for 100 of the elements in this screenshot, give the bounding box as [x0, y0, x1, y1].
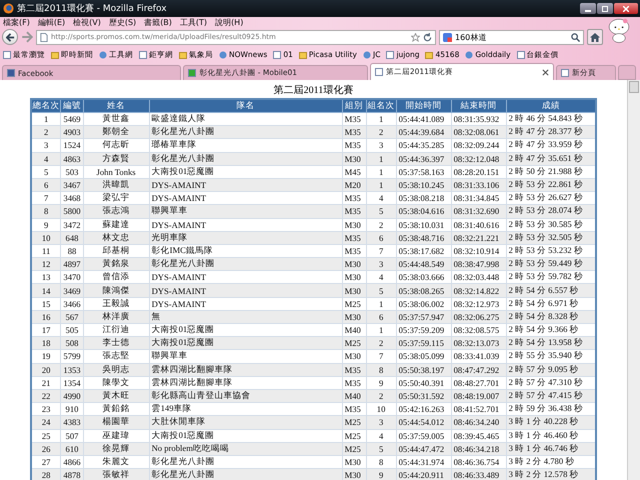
home-button[interactable] — [587, 29, 603, 45]
close-button[interactable] — [614, 3, 638, 14]
group-cell: M35 — [342, 376, 366, 390]
end-time-cell: 08:32:21.221 — [451, 231, 506, 244]
end-time-cell: 08:48:19.007 — [451, 389, 506, 403]
home-icon — [590, 32, 600, 42]
rank-cell: 28 — [30, 468, 61, 480]
bookmark-icon — [298, 50, 307, 58]
rank-cell: 5 — [30, 165, 61, 178]
result-cell: 2 時 53 分 22.861 秒 — [506, 178, 596, 192]
close-icon — [623, 6, 629, 12]
menu-item[interactable]: 編輯(E) — [38, 17, 66, 28]
menu-item[interactable]: 說明(H) — [215, 17, 244, 28]
end-time-cell: 08:46:34.218 — [451, 442, 506, 456]
end-time-cell: 08:47:47.292 — [451, 363, 506, 376]
name-cell: 張志鴻 — [83, 204, 150, 218]
menu-item[interactable]: 工具(T) — [180, 17, 208, 28]
maximize-button[interactable] — [597, 3, 613, 14]
browser-logo-icon — [3, 3, 14, 14]
name-cell: 徐晃輝 — [83, 442, 150, 456]
rank-cell: 24 — [30, 416, 61, 429]
reload-icon[interactable] — [423, 32, 432, 42]
rank-cell: 26 — [30, 442, 61, 456]
menu-item[interactable]: 歷史(S) — [108, 17, 136, 28]
name-cell: 張敏祥 — [83, 468, 150, 480]
number-cell: 3472 — [60, 218, 84, 232]
name-cell: 吳明志 — [83, 363, 150, 376]
end-time-cell: 08:31:40.616 — [451, 218, 506, 232]
result-cell: 2 時 54 分 13.958 秒 — [506, 336, 596, 350]
team-cell: 大肚休閒車隊 — [149, 416, 342, 429]
end-time-cell: 08:32:09.244 — [451, 138, 506, 152]
favicon-icon — [374, 68, 383, 76]
number-cell: 507 — [60, 429, 84, 442]
rank-cell: 21 — [30, 376, 61, 390]
name-cell: 張志堅 — [83, 350, 150, 364]
bookmark-icon — [465, 50, 474, 58]
end-time-cell: 08:32:13.073 — [451, 336, 506, 350]
number-cell: 5799 — [60, 350, 84, 364]
close-icon[interactable] — [542, 68, 550, 76]
name-cell: 何志昕 — [83, 138, 150, 152]
name-cell: 鄭朝全 — [83, 126, 150, 139]
bookmark-icon — [386, 50, 394, 58]
start-time-cell: 05:37:57.947 — [396, 310, 452, 324]
window-title: 第二屆2011環化賽 - Mozilla Firefox — [17, 2, 167, 15]
end-time-cell: 08:31:32.690 — [451, 204, 506, 218]
rank-cell: 6 — [30, 178, 61, 192]
start-time-cell: 05:50:38.197 — [396, 363, 452, 376]
name-cell: 陳學文 — [83, 376, 150, 390]
start-time-cell: 05:44:20.911 — [396, 468, 452, 480]
column-header: 組別 — [342, 99, 366, 112]
team-cell: 彰化星光八卦團 — [149, 258, 342, 271]
menu-item[interactable]: 檔案(F) — [3, 17, 30, 28]
arrow-left-icon — [6, 32, 14, 42]
minimize-button[interactable] — [580, 3, 596, 14]
name-cell: 林洋廣 — [83, 310, 150, 324]
page-icon — [40, 32, 48, 42]
menu-item[interactable]: 檢視(V) — [73, 17, 101, 28]
search-engine-icon[interactable] — [443, 32, 452, 42]
rank-cell: 15 — [30, 297, 61, 310]
name-cell: 黃木旺 — [83, 389, 150, 403]
group-cell: M25 — [342, 297, 366, 310]
bookmark-icon — [363, 50, 371, 58]
rank-cell: 18 — [30, 336, 61, 350]
menu-item[interactable]: 書籤(B) — [144, 17, 172, 28]
name-cell: 林文忠 — [83, 231, 150, 244]
team-cell: 無 — [149, 310, 342, 324]
maximize-icon — [602, 6, 608, 12]
star-icon[interactable] — [411, 32, 420, 42]
favicon-icon — [188, 69, 196, 77]
rank-cell: 2 — [30, 126, 61, 139]
group-cell: M35 — [342, 138, 366, 152]
end-time-cell: 08:33:41.039 — [451, 350, 506, 364]
group-cell: M30 — [342, 350, 366, 364]
group-cell: M30 — [342, 218, 366, 232]
team-cell: 光明車隊 — [149, 231, 342, 244]
start-time-cell: 05:44:54.012 — [396, 416, 452, 429]
result-cell: 2 時 47 分 28.377 秒 — [506, 126, 596, 139]
scrollbar[interactable] — [627, 80, 640, 480]
rank-cell: 25 — [30, 429, 61, 442]
result-cell: 2 時 53 分 30.585 秒 — [506, 218, 596, 232]
end-time-cell: 08:32:14.822 — [451, 284, 506, 298]
search-field[interactable]: 160林道 — [439, 30, 584, 44]
search-icon[interactable] — [571, 32, 580, 42]
column-header: 組名次 — [366, 99, 396, 112]
favicon-icon — [7, 69, 15, 77]
end-time-cell: 08:32:12.973 — [451, 297, 506, 310]
result-cell: 2 時 53 分 59.449 秒 — [506, 258, 596, 271]
team-cell: 彰化星光八卦團 — [149, 152, 342, 166]
number-cell: 1524 — [60, 138, 84, 152]
result-cell: 2 時 47 分 33.959 秒 — [506, 138, 596, 152]
start-time-cell: 05:50:40.391 — [396, 376, 452, 390]
column-header: 姓名 — [83, 99, 150, 112]
team-cell: DYS-AMAINT — [149, 284, 342, 298]
team-cell: 雲林四湖比翻腳車隊 — [149, 376, 342, 390]
number-cell: 3466 — [60, 297, 84, 310]
bookmark-icon — [3, 50, 11, 58]
end-time-cell: 08:46:34.240 — [451, 416, 506, 429]
group-cell: M25 — [342, 429, 366, 442]
back-button[interactable] — [2, 29, 18, 45]
name-cell: 洪暐凱 — [83, 178, 150, 192]
